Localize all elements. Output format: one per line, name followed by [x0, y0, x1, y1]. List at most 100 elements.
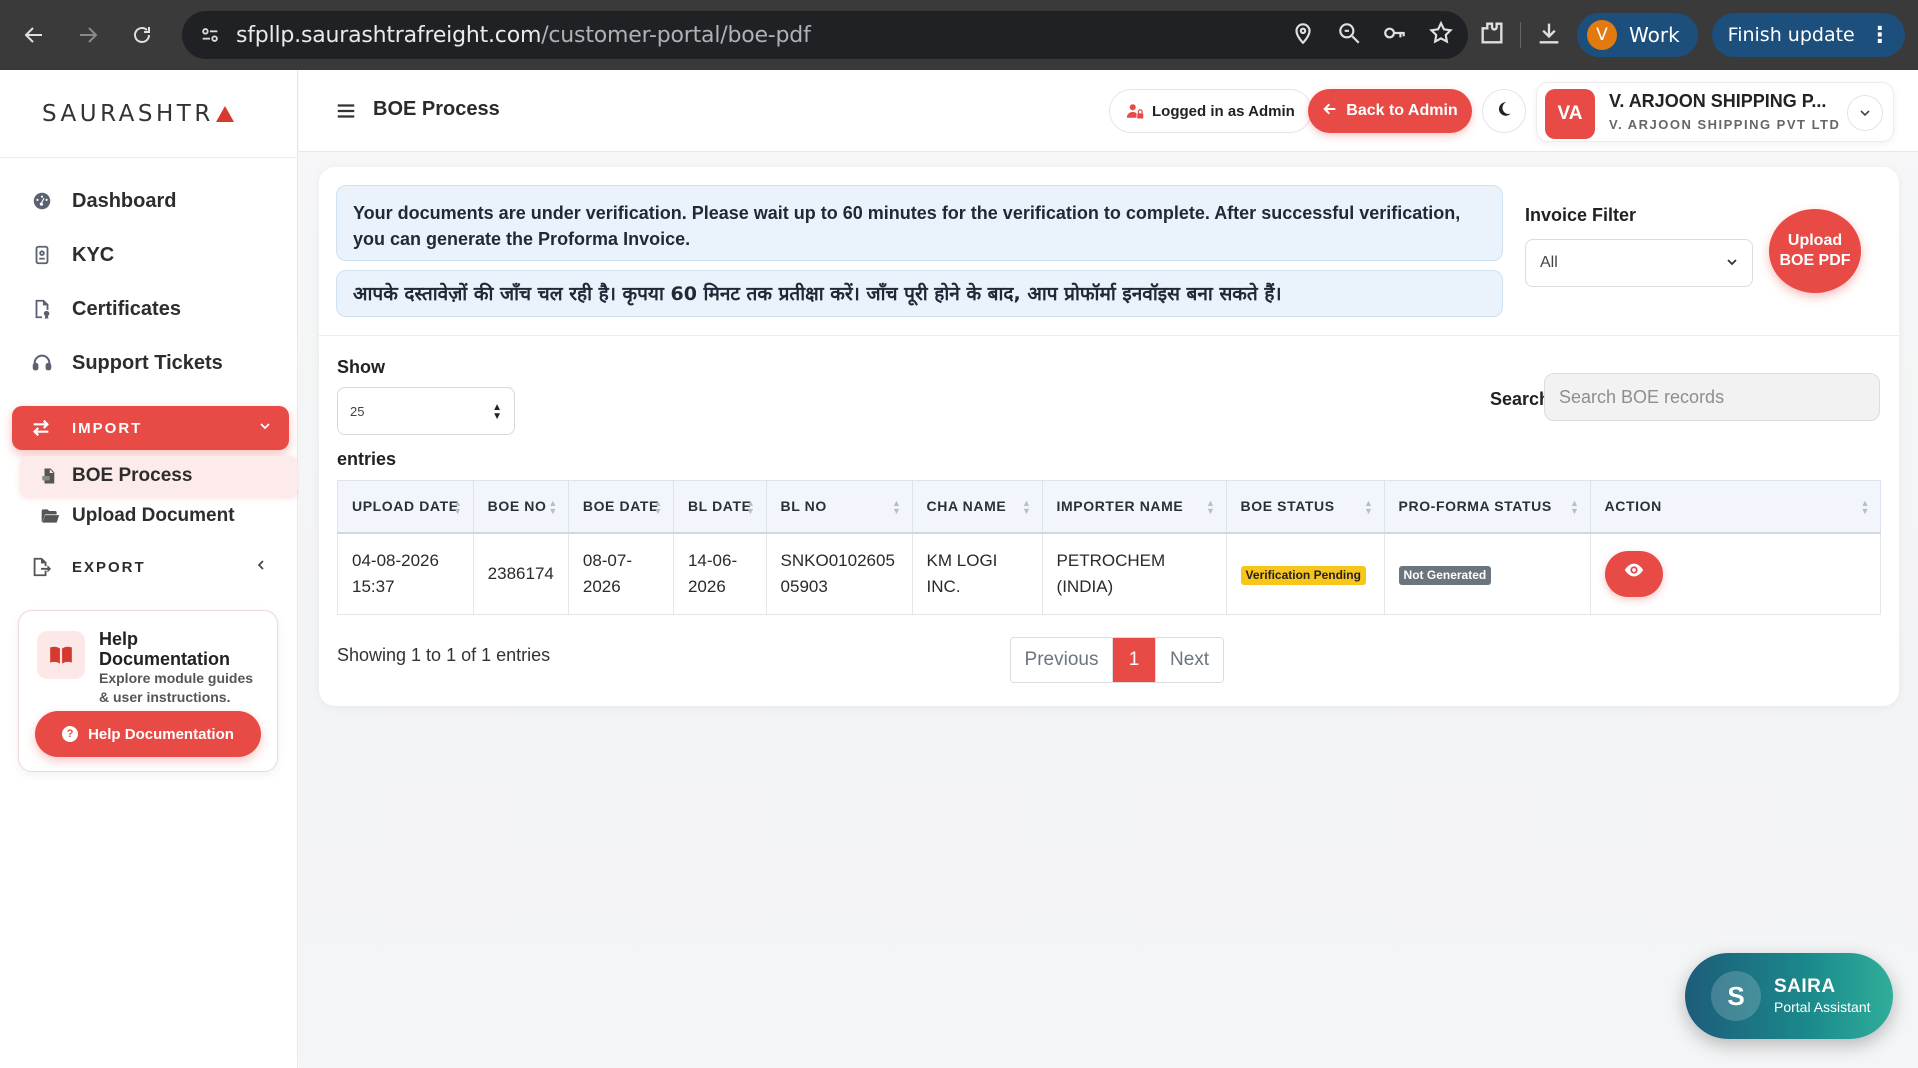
toolbar-separator: [1520, 22, 1521, 48]
sidebar-item-kyc[interactable]: KYC: [0, 228, 297, 282]
next-page-button[interactable]: Next: [1155, 638, 1223, 682]
pagination: Previous 1 Next: [1010, 637, 1224, 683]
logged-in-badge: Logged in as Admin: [1109, 89, 1312, 133]
column-label: BOE DATE: [582, 498, 659, 515]
arrow-left-icon: [1322, 101, 1338, 122]
reload-icon[interactable]: [122, 15, 162, 55]
id-card-icon: [30, 243, 54, 267]
page-1-button[interactable]: 1: [1113, 638, 1155, 682]
column-header[interactable]: ACTION ▲ ▼: [1589, 480, 1882, 534]
upload-boe-pdf-button[interactable]: Upload BOE PDF: [1769, 209, 1861, 293]
pdf-file-icon: [40, 467, 60, 485]
menu-dots-icon[interactable]: ⋮: [1869, 23, 1891, 48]
cha-name-cell: KM LOGI INC.: [911, 532, 1043, 615]
chevron-down-icon: [1724, 254, 1740, 275]
location-icon[interactable]: [1290, 20, 1316, 51]
sort-icon: ▲ ▼: [653, 498, 663, 516]
show-label: Show: [337, 357, 385, 377]
page-length-select[interactable]: 25 ▲ ▼: [337, 387, 515, 435]
sidebar-item-upload-document[interactable]: Upload Document: [0, 496, 297, 536]
export-label: EXPORT: [72, 558, 146, 576]
invoice-filter-value: All: [1540, 254, 1558, 271]
column-header[interactable]: IMPORTER NAME ▲ ▼: [1041, 480, 1227, 534]
avatar: V: [1587, 20, 1617, 50]
sidebar-item-import[interactable]: IMPORT: [12, 406, 289, 450]
dark-mode-toggle[interactable]: [1482, 89, 1526, 133]
boe-table: UPLOAD DATE ▲ ▼ BOE NO ▲ ▼ BOE DATE ▲ ▼ BL DAT…: [337, 480, 1882, 615]
finish-update-button[interactable]: Finish update ⋮: [1711, 13, 1905, 57]
column-label: BL NO: [780, 498, 827, 515]
key-icon[interactable]: [1382, 20, 1408, 51]
chevron-down-icon[interactable]: [1847, 95, 1883, 131]
status-badge: Not Generated: [1398, 565, 1492, 585]
back-icon[interactable]: [14, 15, 54, 55]
upload-date-cell: 04-08-2026 15:37: [337, 532, 474, 615]
eye-icon: [1623, 559, 1645, 589]
sidebar-item-label: Dashboard: [72, 189, 177, 212]
sidebar-item-dashboard[interactable]: Dashboard: [0, 174, 297, 228]
logo[interactable]: SAURASHTR: [0, 70, 297, 158]
column-header[interactable]: PRO-FORMA STATUS ▲ ▼: [1383, 480, 1591, 534]
main-content: BOE Process Logged in as Admin Back to A…: [299, 70, 1918, 1068]
sidebar-item-support-tickets[interactable]: Support Tickets: [0, 336, 297, 390]
sort-icon: ▲ ▼: [548, 498, 558, 516]
star-icon[interactable]: [1428, 20, 1454, 51]
dashboard-icon: [30, 189, 54, 213]
column-label: PRO-FORMA STATUS: [1398, 498, 1552, 515]
column-header[interactable]: CHA NAME ▲ ▼: [911, 480, 1043, 534]
column-header[interactable]: BOE NO ▲ ▼: [472, 480, 569, 534]
back-to-admin-button[interactable]: Back to Admin: [1308, 89, 1472, 133]
assistant-name: SAIRA: [1774, 976, 1836, 997]
sidebar-item-certificates[interactable]: Certificates: [0, 282, 297, 336]
help-documentation-button[interactable]: ? Help Documentation: [35, 711, 261, 757]
search-input[interactable]: [1544, 373, 1880, 421]
zoom-icon[interactable]: [1336, 20, 1362, 51]
importer-name-cell: PETROCHEM (INDIA): [1041, 532, 1227, 615]
sort-icon: ▲ ▼: [1364, 498, 1374, 516]
user-profile-menu[interactable]: VA V. ARJOON SHIPPING P... V. ARJOON SHI…: [1536, 82, 1894, 142]
saira-assistant-button[interactable]: S SAIRA Portal Assistant: [1685, 953, 1893, 1039]
update-label: Finish update: [1727, 24, 1855, 46]
sort-icon: ▲ ▼: [1022, 498, 1032, 516]
site-info-icon[interactable]: [196, 21, 224, 49]
user-lock-icon: [1126, 102, 1144, 120]
sort-icon: ▲ ▼: [1206, 498, 1216, 516]
help-button-label: Help Documentation: [88, 725, 234, 743]
sidebar-item-boe-process[interactable]: BOE Process: [20, 456, 298, 496]
search-label: Search: [1490, 389, 1551, 409]
column-label: BOE STATUS: [1240, 498, 1335, 515]
sort-icon: ▲ ▼: [453, 498, 463, 516]
profile-button[interactable]: V Work: [1577, 13, 1698, 57]
chevron-down-icon: [257, 418, 273, 438]
boe-no-cell: 2386174: [472, 532, 569, 615]
logo-triangle-icon: [215, 105, 234, 122]
moon-icon: [1495, 100, 1513, 123]
column-header[interactable]: BL DATE ▲ ▼: [672, 480, 767, 534]
sort-icon: ▲ ▼: [1570, 498, 1580, 516]
column-header[interactable]: BOE STATUS ▲ ▼: [1225, 480, 1385, 534]
address-bar[interactable]: sfpllp.saurashtrafreight.com/customer-po…: [182, 11, 1468, 59]
column-label: UPLOAD DATE: [352, 498, 459, 515]
certificate-icon: [30, 297, 54, 321]
profile-label: Work: [1629, 23, 1680, 47]
sidebar-item-label: BOE Process: [72, 465, 193, 486]
column-label: CHA NAME: [926, 498, 1007, 515]
topbar: BOE Process Logged in as Admin Back to A…: [299, 70, 1918, 152]
invoice-filter-select[interactable]: All: [1525, 239, 1753, 287]
bl-date-cell: 14-06-2026: [672, 532, 767, 615]
sidebar: SAURASHTR Dashboard KYC Certificates Sup…: [0, 70, 298, 1068]
browser-toolbar: sfpllp.saurashtrafreight.com/customer-po…: [0, 0, 1918, 70]
column-header[interactable]: UPLOAD DATE ▲ ▼: [337, 480, 474, 534]
extensions-icon[interactable]: [1478, 19, 1506, 52]
sort-icon: ▲ ▼: [892, 498, 902, 516]
column-header[interactable]: BL NO ▲ ▼: [765, 480, 913, 534]
column-header[interactable]: BOE DATE ▲ ▼: [567, 480, 674, 534]
sidebar-item-export[interactable]: EXPORT: [0, 540, 297, 594]
previous-page-button[interactable]: Previous: [1011, 638, 1113, 682]
download-icon[interactable]: [1535, 19, 1563, 52]
forward-icon[interactable]: [68, 15, 108, 55]
hamburger-icon[interactable]: [335, 100, 357, 127]
view-button[interactable]: [1604, 550, 1663, 597]
sidebar-nav: Dashboard KYC Certificates Support Ticke…: [0, 158, 298, 594]
boe-status-cell: Verification Pending: [1225, 532, 1385, 615]
